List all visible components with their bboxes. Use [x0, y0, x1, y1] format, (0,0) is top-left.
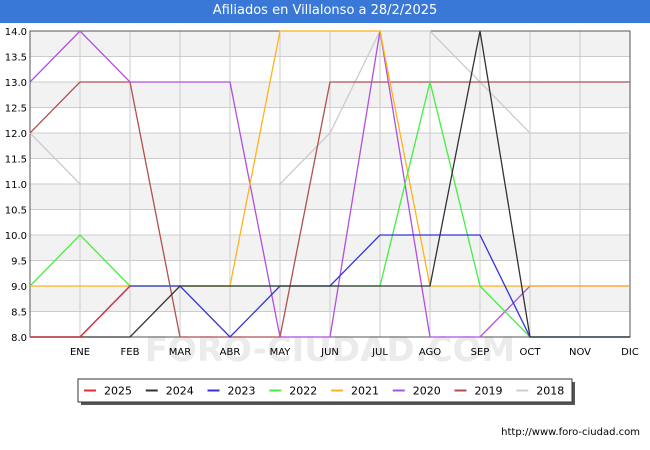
y-tick-label: 11.0 — [5, 180, 27, 191]
y-tick-label: 13.0 — [5, 78, 27, 89]
y-tick-label: 14.0 — [5, 27, 27, 38]
y-tick-label: 11.5 — [5, 155, 27, 166]
legend-label-2020: 2020 — [413, 385, 441, 398]
y-tick-label: 13.5 — [5, 53, 27, 64]
y-tick-label: 9.5 — [11, 257, 27, 268]
y-tick-label: 12.5 — [5, 104, 27, 115]
legend-label-2018: 2018 — [536, 385, 564, 398]
x-tick-label: FEB — [121, 347, 140, 358]
legend: 2025 2024 2023 2022 2021 2020 2019 2018 — [77, 378, 575, 405]
line-chart: FORO-CIUDAD.COM 8.08.59.09.510.010.511.0… — [5, 27, 639, 405]
x-tick-label: JUL — [371, 347, 388, 358]
x-tick-label: MAY — [270, 347, 292, 358]
legend-label-2024: 2024 — [166, 385, 194, 398]
x-tick-label: AGO — [419, 347, 441, 358]
x-tick-label: ABR — [220, 347, 241, 358]
y-tick-label: 10.0 — [5, 231, 27, 242]
x-tick-label: NOV — [569, 347, 591, 358]
x-tick-label: SEP — [471, 347, 490, 358]
legend-label-2025: 2025 — [104, 385, 132, 398]
x-tick-label: JUN — [320, 347, 339, 358]
y-tick-label: 8.5 — [11, 308, 27, 319]
legend-label-2021: 2021 — [351, 385, 379, 398]
x-tick-label: ENE — [70, 347, 90, 358]
y-tick-label: 10.5 — [5, 206, 27, 217]
legend-label-2023: 2023 — [228, 385, 256, 398]
x-tick-label: MAR — [169, 347, 191, 358]
y-tick-label: 8.0 — [11, 333, 27, 344]
legend-label-2022: 2022 — [289, 385, 317, 398]
source-url: http://www.foro-ciudad.com — [501, 427, 640, 438]
x-tick-label: DIC — [621, 347, 639, 358]
legend-label-2019: 2019 — [475, 385, 503, 398]
x-tick-label: OCT — [520, 347, 542, 358]
y-tick-label: 9.0 — [11, 282, 27, 293]
y-tick-label: 12.0 — [5, 129, 27, 140]
